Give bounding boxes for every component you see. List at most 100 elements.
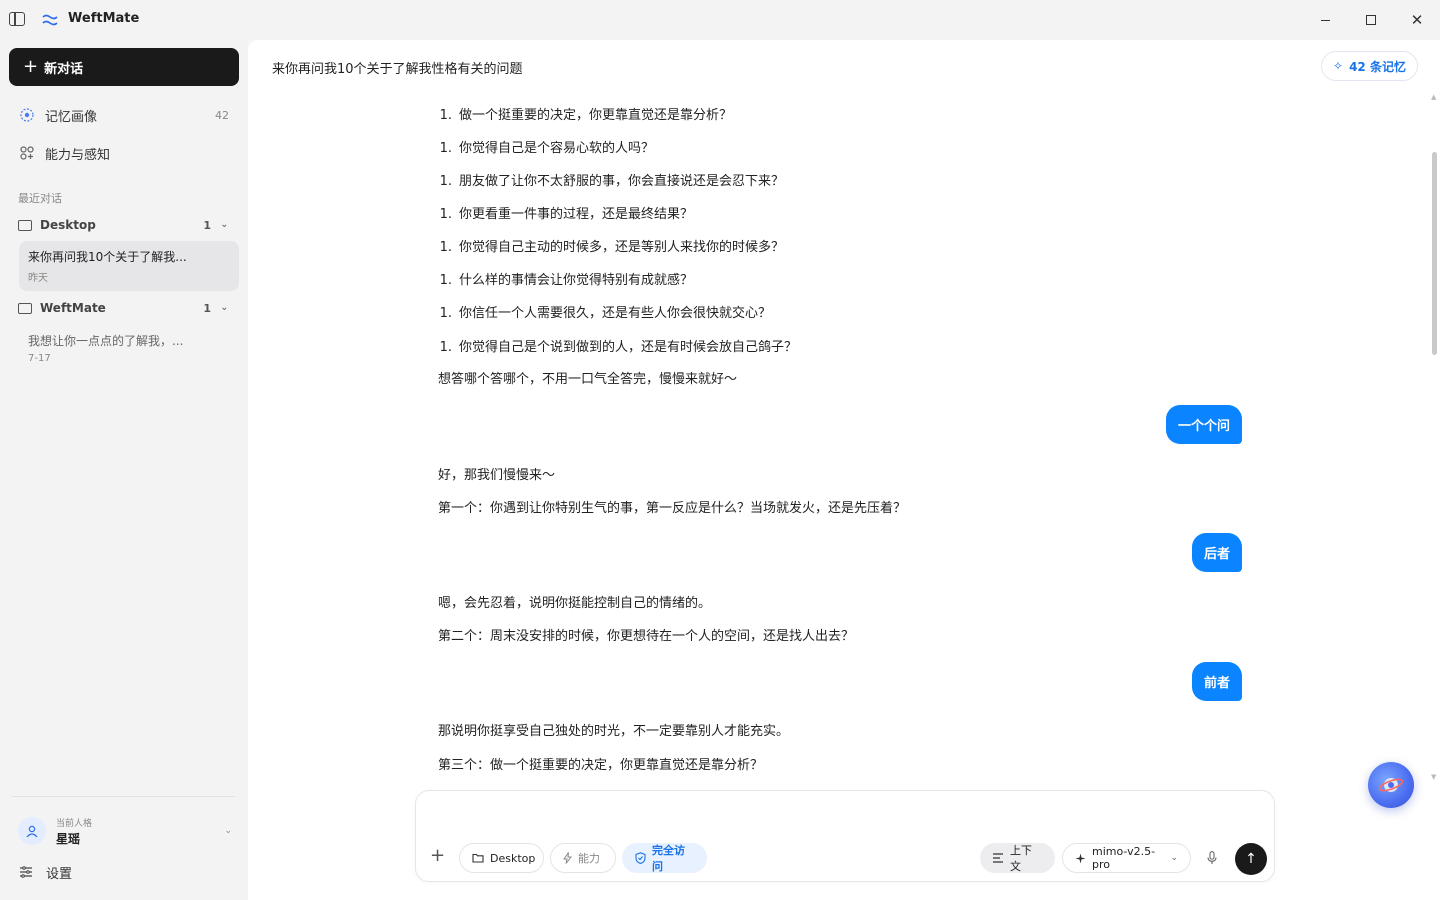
list-text: 你更看重一件事的过程，还是最终结果？	[459, 207, 694, 222]
arrow-up-icon: ↑	[1245, 851, 1257, 867]
list-number: 1.	[439, 240, 452, 255]
list-number: 1.	[439, 174, 452, 189]
folder-name: Desktop	[40, 218, 96, 232]
sidebar-item-abilities[interactable]: 能力与感知	[9, 137, 239, 169]
scroll-up-arrow-icon[interactable]: ▲	[1431, 93, 1436, 101]
title-bar: WeftMate ✕	[0, 0, 1440, 40]
list-number: 1.	[439, 207, 452, 222]
list-item: 1. 你觉得自己是个说到做到的人，还是有时候会放自己鸽子？	[438, 336, 797, 355]
persona-name: 星瑶	[56, 831, 81, 846]
folder-desktop[interactable]: Desktop 1 ⌄	[9, 212, 239, 238]
folder-count: 1	[203, 301, 211, 315]
conversation-date: 7-17	[28, 353, 51, 364]
chevron-down-icon: ⌄	[220, 220, 228, 230]
sidebar-item-memory[interactable]: 记忆画像 42	[9, 99, 239, 131]
scroll-down-arrow-icon[interactable]: ▼	[1431, 773, 1436, 781]
sidebar-item-label: 记忆画像	[45, 109, 98, 125]
list-number: 1.	[439, 340, 452, 355]
assistant-message: 好，那我们慢慢来～	[438, 468, 556, 483]
sidebar: + 新对话 记忆画像 42 能力与感知 最近对话 Desktop 1 ⌄ 来你再…	[0, 40, 248, 900]
settings-button[interactable]: 设置	[20, 862, 72, 882]
folder-weftmate[interactable]: WeftMate 1 ⌄	[9, 295, 239, 321]
list-item: 1. 什么样的事情会让你觉得特别有成就感？	[438, 269, 693, 288]
persona-label: 当前人格	[56, 818, 93, 829]
folder-icon	[18, 302, 32, 314]
list-number: 1.	[439, 306, 452, 321]
chevron-down-icon: ⌄	[1170, 853, 1178, 863]
message-composer[interactable]: + Desktop 能力 完全访问 上下文 mimo-v2.5-pro ⌄ ↑	[415, 790, 1275, 882]
list-item: 1. 你觉得自己是个容易心软的人吗？	[438, 137, 654, 156]
user-icon	[26, 825, 38, 837]
scrollbar-thumb[interactable]	[1432, 152, 1437, 355]
settings-label: 设置	[46, 866, 73, 882]
new-chat-label: 新对话	[44, 61, 84, 77]
list-text: 你信任一个人需要很久，还是有些人你会很快就交心？	[459, 306, 772, 321]
send-button[interactable]: ↑	[1235, 843, 1267, 875]
list-text: 做一个挺重要的决定，你更靠直觉还是靠分析？	[459, 108, 733, 123]
pill-label: 完全访问	[652, 844, 685, 873]
persona-selector[interactable]: 当前人格 星瑶 ⌄	[18, 813, 236, 849]
microphone-icon[interactable]	[1207, 851, 1217, 865]
list-text: 朋友做了让你不太舒服的事，你会直接说还是会忍下来？	[459, 174, 785, 189]
folder-icon	[472, 853, 484, 863]
ability-pill[interactable]: 能力	[550, 843, 616, 873]
list-number: 1.	[439, 108, 452, 123]
list-text: 你觉得自己是个说到做到的人，还是有时候会放自己鸽子？	[459, 340, 798, 355]
pill-label: 上下文	[1010, 844, 1032, 873]
conversation-item[interactable]: 来你再问我10个关于了解我... 昨天	[19, 241, 239, 291]
folder-name: WeftMate	[40, 301, 106, 315]
assistant-message: 那说明你挺享受自己独处的时光，不一定要靠别人才能充实。	[438, 724, 790, 739]
pill-label: Desktop	[490, 851, 536, 865]
plus-icon: +	[23, 56, 39, 77]
conversation-title: 我想让你一点点的了解我，...	[28, 334, 184, 348]
new-chat-button[interactable]: + 新对话	[9, 48, 239, 86]
sidebar-toggle-icon[interactable]	[9, 12, 25, 26]
assistant-message: 第三个：做一个挺重要的决定，你更靠直觉还是靠分析？	[438, 758, 764, 773]
folder-count: 1	[203, 218, 211, 232]
recent-section-label: 最近对话	[18, 192, 62, 205]
align-left-icon	[993, 853, 1004, 863]
model-selector[interactable]: mimo-v2.5-pro ⌄	[1062, 843, 1191, 873]
list-item: 1. 你更看重一件事的过程，还是最终结果？	[438, 203, 693, 222]
list-item: 1. 做一个挺重要的决定，你更靠直觉还是靠分析？	[438, 104, 732, 123]
avatar	[18, 817, 46, 845]
memory-count: 42	[215, 108, 229, 122]
model-label: mimo-v2.5-pro	[1092, 845, 1156, 871]
conversation-date: 昨天	[28, 273, 48, 284]
shield-check-icon	[635, 852, 646, 864]
context-pill[interactable]: 上下文	[980, 843, 1055, 873]
maximize-button[interactable]	[1359, 8, 1383, 32]
full-access-pill[interactable]: 完全访问	[622, 843, 707, 873]
user-message: 一个个问	[1165, 405, 1242, 444]
workspace-desktop-pill[interactable]: Desktop	[459, 843, 544, 873]
list-number: 1.	[439, 141, 452, 156]
sparkle-icon	[1075, 853, 1086, 864]
minimize-button[interactable]	[1313, 8, 1337, 32]
assistant-message: 嗯，会先忍着，说明你挺能控制自己的情绪的。	[438, 596, 712, 611]
weftmate-logo-icon	[42, 14, 58, 26]
memory-icon	[19, 107, 35, 123]
conversation-item[interactable]: 我想让你一点点的了解我，... 7-17	[19, 325, 239, 375]
conversation-title: 来你再问我10个关于了解我...	[28, 250, 187, 264]
close-button[interactable]: ✕	[1405, 8, 1429, 32]
list-text: 什么样的事情会让你觉得特别有成就感？	[459, 273, 694, 288]
folder-icon	[18, 219, 32, 231]
app-title: WeftMate	[68, 11, 140, 26]
abilities-icon	[19, 145, 35, 161]
list-item: 1. 你信任一个人需要很久，还是有些人你会很快就交心？	[438, 302, 771, 321]
lightning-icon	[563, 852, 572, 864]
list-text: 你觉得自己是个容易心软的人吗？	[459, 141, 655, 156]
assistant-message: 第二个：周末没安排的时候，你更想待在一个人的空间，还是找人出去？	[438, 629, 855, 644]
list-item: 1. 朋友做了让你不太舒服的事，你会直接说还是会忍下来？	[438, 170, 784, 189]
divider	[12, 796, 235, 797]
list-text: 你觉得自己主动的时候多，还是等别人来找你的时候多？	[459, 240, 785, 255]
floating-assistant-button[interactable]	[1368, 762, 1414, 808]
settings-sliders-icon	[20, 866, 32, 878]
chevron-down-icon: ⌄	[224, 826, 232, 836]
attach-plus-icon[interactable]: +	[430, 847, 445, 865]
user-message: 后者	[1191, 533, 1242, 572]
pill-label: 能力	[578, 852, 600, 865]
user-message: 前者	[1191, 662, 1242, 701]
memory-count-button[interactable]: ✧ 42 条记忆	[1321, 51, 1418, 81]
memory-button-label: 42 条记忆	[1349, 59, 1406, 74]
